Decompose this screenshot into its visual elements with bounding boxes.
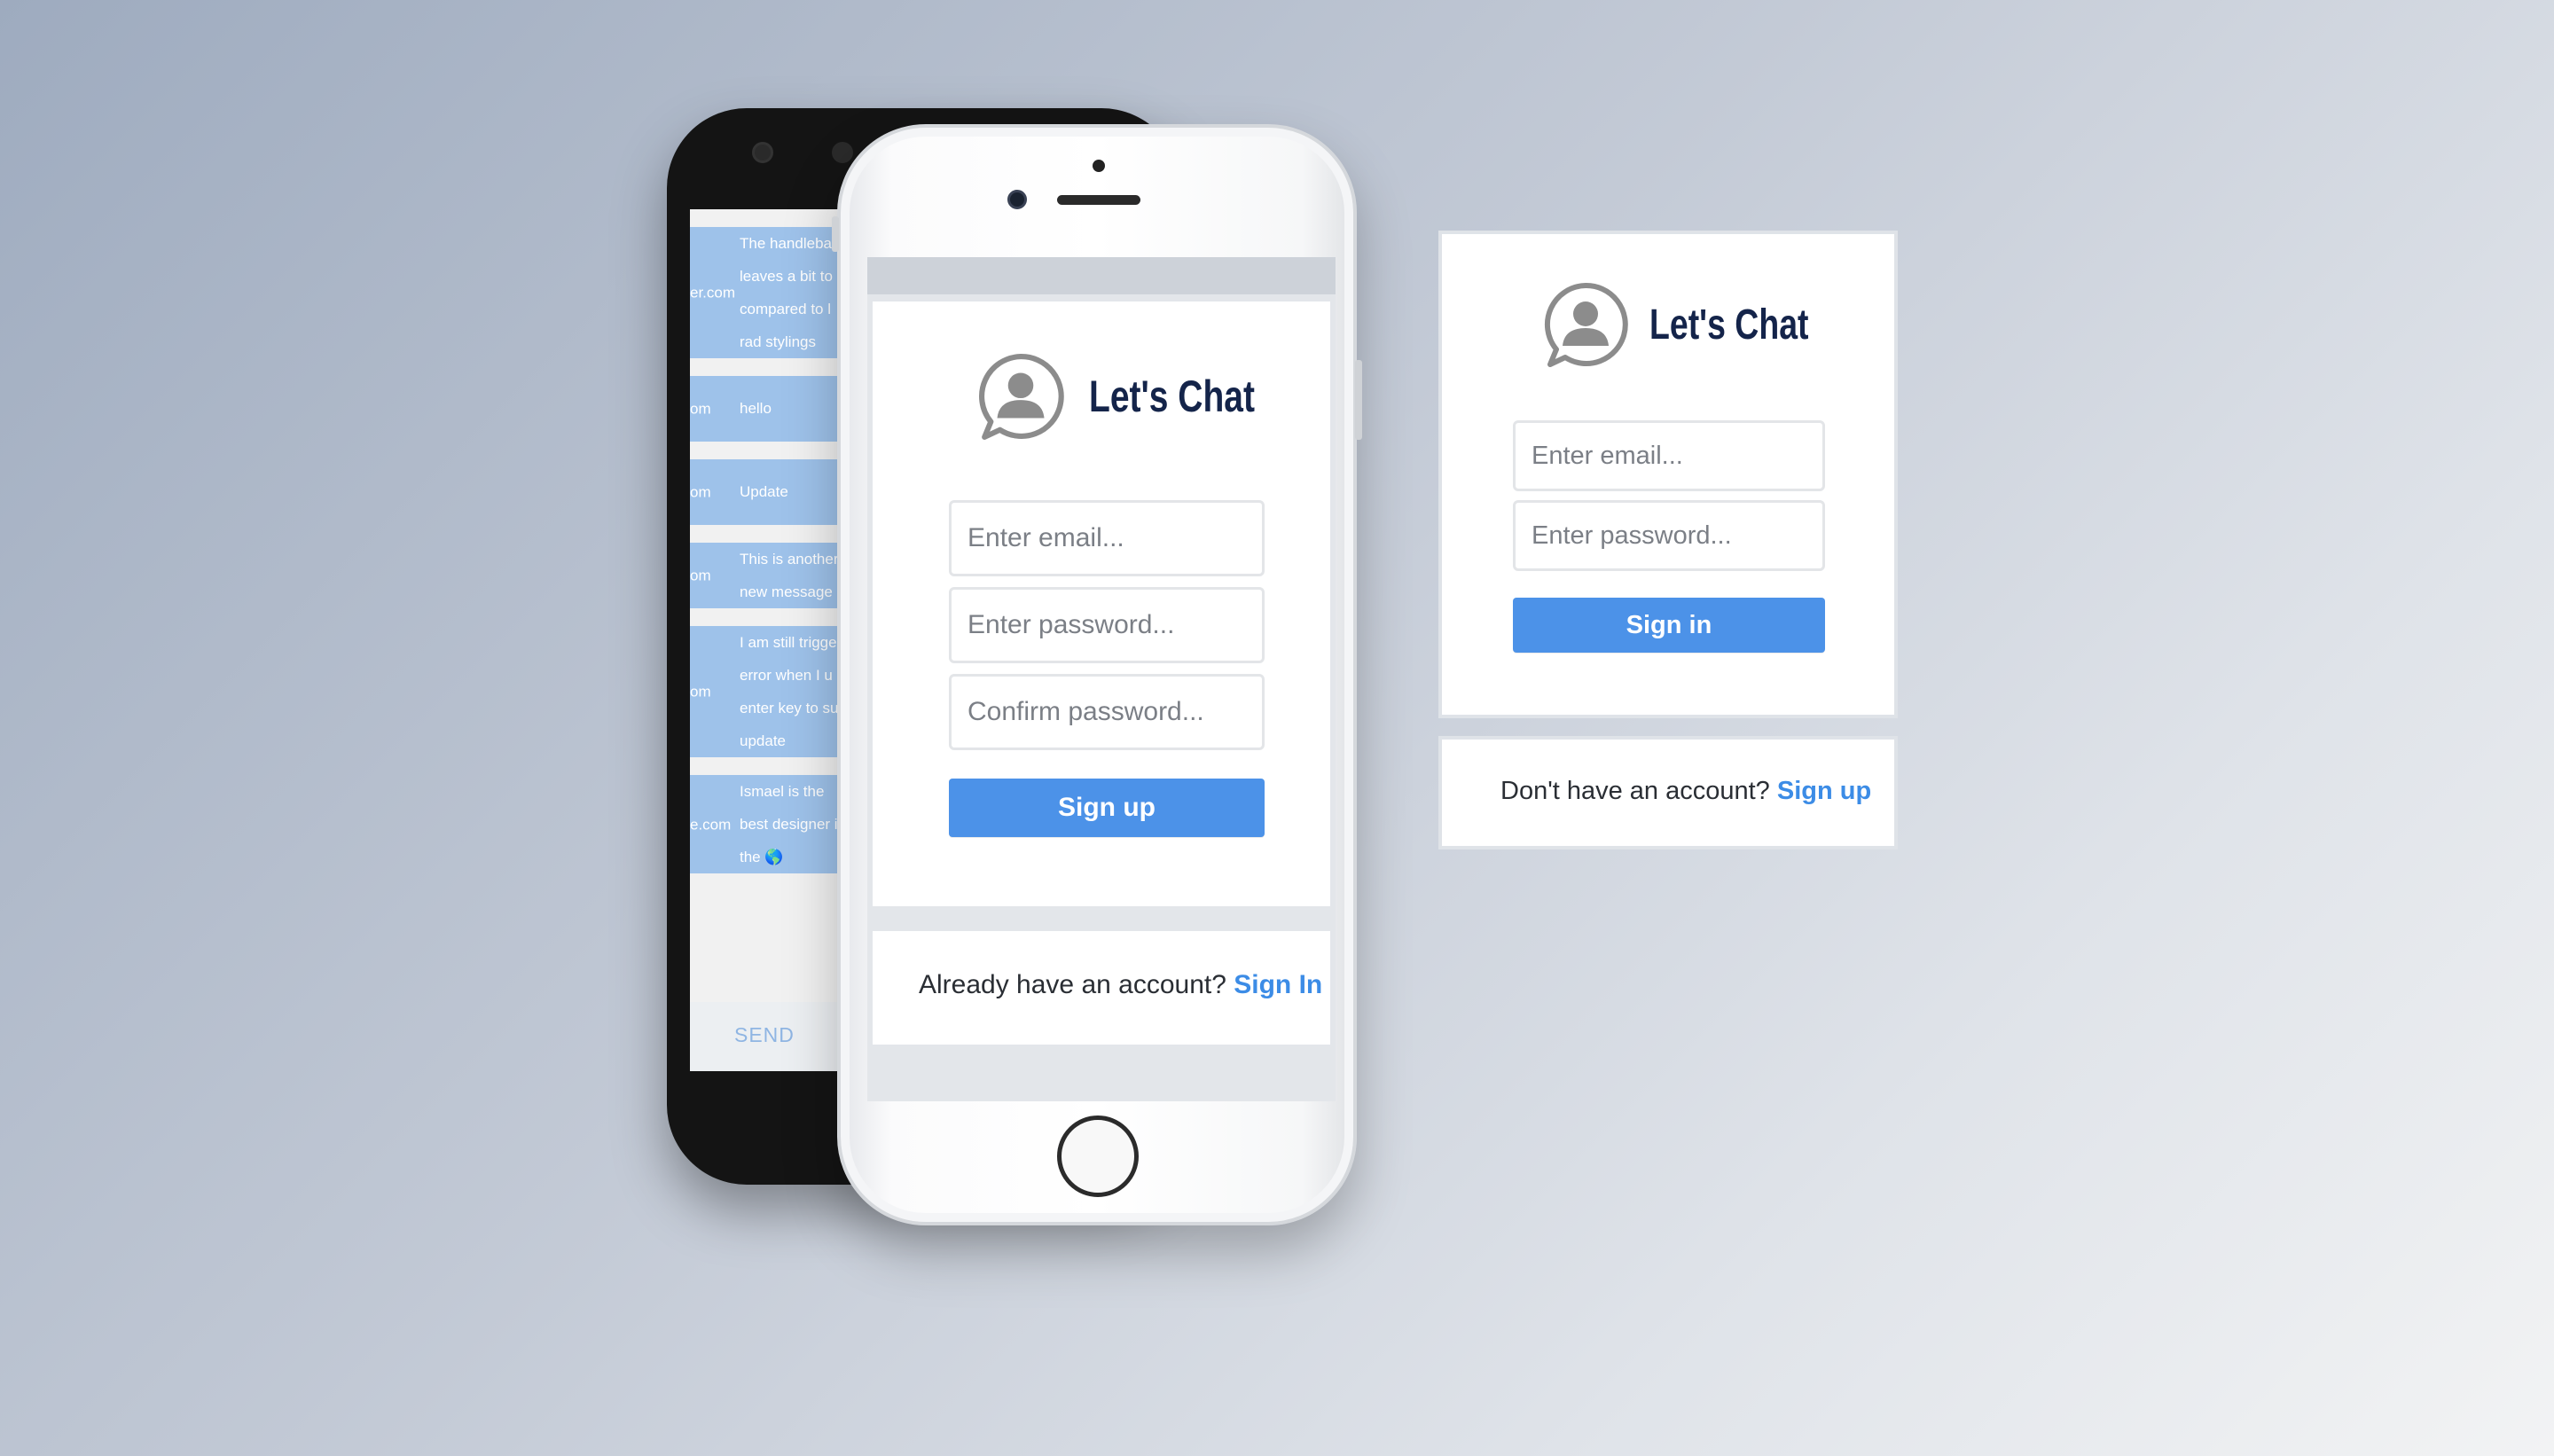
confirm-password-placeholder: Confirm password...: [968, 697, 1204, 726]
email-field[interactable]: Enter email...: [949, 500, 1265, 576]
volume-button: [832, 216, 839, 252]
speaker-grille: [1057, 195, 1140, 205]
app-logo: Let's Chat: [975, 351, 1302, 442]
message-sender: er.com: [690, 284, 736, 301]
app-logo: Let's Chat: [1541, 280, 1853, 369]
message-sender: om: [690, 400, 711, 418]
signin-card: Let's Chat Enter email... Enter password…: [1438, 231, 1898, 718]
message-sender: om: [690, 683, 711, 701]
home-button: [1057, 1115, 1139, 1197]
sign-in-link[interactable]: Sign In: [1234, 970, 1322, 999]
message-sender: om: [690, 567, 711, 584]
password-placeholder: Enter password...: [1532, 521, 1732, 550]
signin-prompt: Already have an account? Sign In: [919, 970, 1322, 1000]
app-title: Let's Chat: [1649, 301, 1809, 348]
confirm-password-field[interactable]: Confirm password...: [949, 674, 1265, 750]
chat-user-icon: [1545, 282, 1628, 367]
signup-prompt-text: Don't have an account?: [1500, 777, 1770, 805]
email-placeholder: Enter email...: [1532, 441, 1683, 470]
password-placeholder: Enter password...: [968, 610, 1175, 639]
app-title: Let's Chat: [1089, 372, 1255, 421]
chat-user-icon: [979, 354, 1064, 440]
sign-up-link[interactable]: Sign up: [1777, 777, 1871, 805]
camera-icon: [1007, 190, 1027, 209]
signin-prompt-text: Already have an account?: [919, 970, 1226, 999]
message-sender: e.com: [690, 816, 732, 833]
sensor-icon: [1093, 160, 1105, 172]
sign-up-button[interactable]: Sign up: [949, 779, 1265, 837]
message-sender: om: [690, 483, 711, 501]
password-field[interactable]: Enter password...: [949, 587, 1265, 663]
send-button[interactable]: SEND: [734, 1023, 795, 1047]
email-field[interactable]: Enter email...: [1513, 420, 1825, 491]
email-placeholder: Enter email...: [968, 523, 1124, 552]
sensor-icon: [832, 142, 853, 163]
power-button: [1355, 360, 1362, 440]
signin-prompt-card: Already have an account? Sign In: [873, 931, 1330, 1045]
password-field[interactable]: Enter password...: [1513, 500, 1825, 571]
sign-in-button[interactable]: Sign in: [1513, 598, 1825, 653]
front-phone-device: Let's Chat Enter email... Enter password…: [832, 124, 1362, 1225]
camera-icon: [752, 142, 773, 163]
signup-card: Let's Chat Enter email... Enter password…: [873, 301, 1330, 906]
signup-prompt: Don't have an account? Sign up: [1500, 777, 1871, 806]
signup-prompt-card: Don't have an account? Sign up: [1438, 736, 1898, 849]
status-bar: [867, 257, 1336, 294]
signup-screen: Let's Chat Enter email... Enter password…: [867, 257, 1336, 1101]
